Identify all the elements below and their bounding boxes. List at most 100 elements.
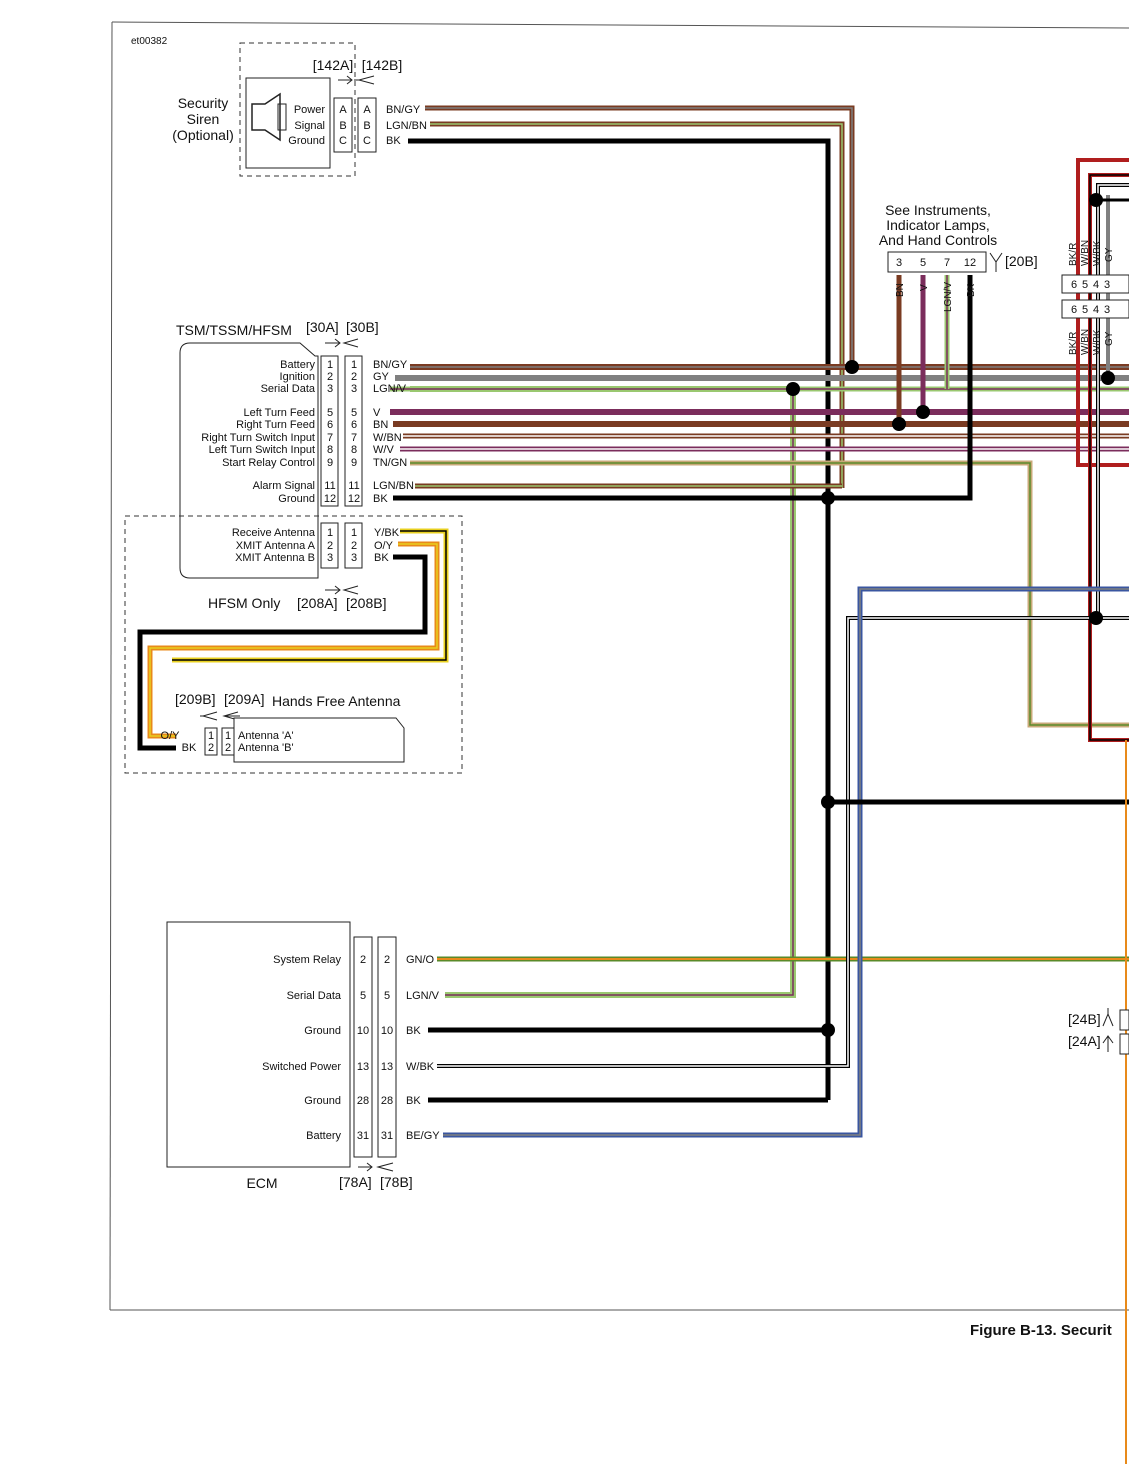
connector-receptacle-icon xyxy=(354,75,375,85)
tsm-pin-number-a: 8 xyxy=(327,444,333,456)
tsm-pin-name: Alarm Signal xyxy=(253,480,315,492)
inst-wire-0: BN xyxy=(895,283,906,297)
inst-pin-3: 12 xyxy=(964,257,976,269)
figure-id: et00382 xyxy=(131,36,168,47)
connector-receptacle-icon xyxy=(1102,1008,1114,1027)
hfsm-pin-number-b: 3 xyxy=(351,552,357,564)
hfsm-pin-number-b: 1 xyxy=(351,527,357,539)
siren-title-1: Security xyxy=(178,95,229,111)
hfsm-pin-name: Receive Antenna xyxy=(232,527,316,539)
right-pin-1b: 5 xyxy=(1082,304,1088,316)
conn-24b-label: [24B] xyxy=(1068,1011,1101,1027)
connector-receptacle-icon xyxy=(200,711,218,721)
hfsm-pin-number-a: 1 xyxy=(327,527,333,539)
siren-pin-a2: A xyxy=(363,104,371,116)
right-wire-3: GY xyxy=(1104,247,1115,262)
siren-title-2: Siren xyxy=(187,111,220,127)
hfsm-wire-color: O/Y xyxy=(374,540,394,552)
right-wire-0b: BK/R xyxy=(1068,332,1079,355)
hfsm-pin-number-a: 2 xyxy=(327,540,333,552)
right-pin-1: 5 xyxy=(1082,279,1088,291)
right-connector: 6 5 4 3 6 5 4 3 BK/R W/BN W/BK GY BK/R W… xyxy=(1061,240,1129,1055)
tsm-conn-b: [30B] xyxy=(346,319,379,335)
ecm-pin-name: Ground xyxy=(304,1025,341,1037)
ecm-wire-color: LGN/V xyxy=(406,990,440,1002)
siren-conn-a-label: [142A] xyxy=(313,57,353,73)
connector-arrow-icon xyxy=(325,585,341,595)
splice-dot xyxy=(786,382,800,396)
tsm-pin-number-a: 12 xyxy=(324,493,336,505)
siren-pin-b: B xyxy=(339,120,346,132)
right-wire-3b: GY xyxy=(1104,331,1115,346)
splice-dot xyxy=(821,491,835,505)
hfsm-wire-color: BK xyxy=(374,552,389,564)
tsm-pin-name: Ground xyxy=(278,493,315,505)
siren-conn-b-label: [142B] xyxy=(362,57,402,73)
ecm-pin-number-b: 28 xyxy=(381,1095,393,1107)
wire-tsm-lgn-v xyxy=(410,386,796,998)
hands-free-antenna: [209B] [209A] Hands Free Antenna O/Y BK … xyxy=(161,691,405,763)
connector-arrow-icon xyxy=(358,1162,373,1172)
conn-24a-body xyxy=(1119,1033,1129,1055)
antenna-pin-1b: 1 xyxy=(225,730,231,742)
wire-bk-siren-ground xyxy=(408,138,831,1100)
ecm-wire-color: GN/O xyxy=(406,954,435,966)
siren-pin-name-c: Ground xyxy=(288,135,325,147)
tsm-pin-number-a: 5 xyxy=(327,407,333,419)
inst-wire-3: BK xyxy=(966,283,977,297)
tsm-pin-name: Left Turn Feed xyxy=(243,407,315,419)
tsm-pin-number-b: 7 xyxy=(351,432,357,444)
siren-wire-a: BN/GY xyxy=(386,104,421,116)
antenna-pin-2: 2 xyxy=(208,742,214,754)
tsm-pin-number-a: 1 xyxy=(327,359,333,371)
wire-tsm-lgn-v-stripe xyxy=(410,388,794,996)
tsm-pin-number-b: 12 xyxy=(348,493,360,505)
ecm-wire-color: BE/GY xyxy=(406,1130,440,1142)
inst-wire-1: V xyxy=(919,284,930,291)
tsm-pin-number-b: 2 xyxy=(351,371,357,383)
antenna-title: Hands Free Antenna xyxy=(272,693,401,709)
wire-ecm-w-bk-stripe xyxy=(437,617,1129,1067)
tsm-wire-color: W/BN xyxy=(373,432,402,444)
tsm-pin-number-a: 11 xyxy=(324,480,335,492)
splice-dot xyxy=(916,405,930,419)
splice-dot xyxy=(821,795,835,809)
inst-conn-label: [20B] xyxy=(1005,253,1038,269)
siren-wire-c: BK xyxy=(386,135,401,147)
conn-24a-label: [24A] xyxy=(1068,1033,1101,1049)
inst-wire-2: LGN/V xyxy=(943,282,954,312)
right-pin-3b: 3 xyxy=(1104,304,1110,316)
tsm-pin-number-b: 1 xyxy=(351,359,357,371)
tsm-pin-name: Left Turn Switch Input xyxy=(209,444,315,456)
tsm-pin-name: Start Relay Control xyxy=(222,457,315,469)
frame-left xyxy=(109,21,113,1311)
ecm-pin-number-b: 2 xyxy=(384,954,390,966)
ecm-pin-number-b: 13 xyxy=(381,1061,393,1073)
ecm-pin-name: System Relay xyxy=(273,954,341,966)
siren-pin-a: A xyxy=(339,104,347,116)
tsm-pin-name: Serial Data xyxy=(261,383,316,395)
tsm-wire-color: TN/GN xyxy=(373,457,407,469)
right-wire-1: W/BN xyxy=(1080,240,1091,266)
siren-title-3: (Optional) xyxy=(172,127,233,143)
splice-dot xyxy=(1101,371,1115,385)
splices xyxy=(786,193,1115,1037)
antenna-pin-name-1: Antenna 'A' xyxy=(238,730,294,742)
connector-receptacle-icon xyxy=(342,338,359,348)
hfsm-pin-name: XMIT Antenna A xyxy=(236,540,316,552)
inst-pin-1: 5 xyxy=(920,257,926,269)
splice-dot xyxy=(892,417,906,431)
wire-lgn-bn-siren xyxy=(430,121,845,488)
inst-pin-0: 3 xyxy=(896,257,902,269)
tsm-pin-number-b: 6 xyxy=(351,419,357,431)
right-wire-2: W/BK xyxy=(1092,240,1103,266)
tsm-pin-number-b: 3 xyxy=(351,383,357,395)
antenna-pin-1: 1 xyxy=(208,730,214,742)
hfsm-pin-name: XMIT Antenna B xyxy=(235,552,315,564)
tsm-pin-number-b: 8 xyxy=(351,444,357,456)
tsm-pin-number-b: 11 xyxy=(348,480,359,492)
right-wire-0: BK/R xyxy=(1068,243,1079,266)
ecm-pin-number-a: 5 xyxy=(360,990,366,1002)
ecm-pin-name: Switched Power xyxy=(262,1061,341,1073)
tsm-pin-number-a: 6 xyxy=(327,419,333,431)
